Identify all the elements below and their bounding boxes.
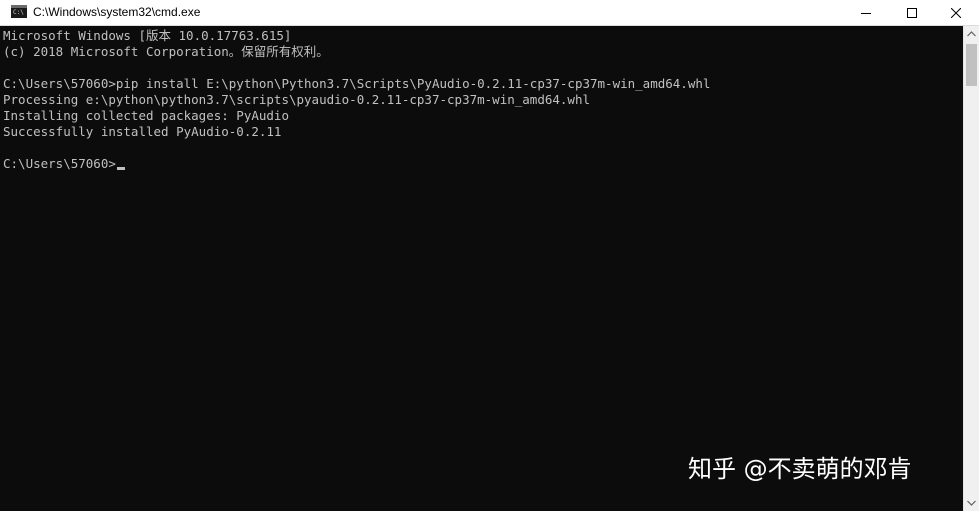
- cmd-icon: C:\: [11, 5, 27, 18]
- vertical-scrollbar[interactable]: [963, 26, 979, 511]
- scroll-down-arrow-icon: [967, 500, 976, 506]
- close-icon: [951, 7, 961, 18]
- scroll-thumb[interactable]: [966, 44, 977, 86]
- console-line: Successfully installed PyAudio-0.2.11: [3, 124, 282, 139]
- minimize-icon: [861, 12, 871, 14]
- console-line: Microsoft Windows [版本 10.0.17763.615]: [3, 28, 292, 43]
- console-line: (c) 2018 Microsoft Corporation。保留所有权利。: [3, 44, 329, 59]
- scroll-up-arrow-icon: [967, 31, 976, 37]
- scroll-down-button[interactable]: [964, 495, 979, 511]
- console-line: Installing collected packages: PyAudio: [3, 108, 289, 123]
- console-line: Processing e:\python\python3.7\scripts\p…: [3, 92, 590, 107]
- maximize-button[interactable]: [889, 0, 935, 25]
- minimize-button[interactable]: [843, 0, 889, 25]
- window-title: C:\Windows\system32\cmd.exe: [33, 5, 201, 19]
- cmd-icon-text: C:\: [13, 9, 24, 16]
- maximize-icon: [907, 7, 917, 18]
- close-button[interactable]: [933, 0, 979, 25]
- console-output[interactable]: Microsoft Windows [版本 10.0.17763.615] (c…: [0, 26, 963, 511]
- text-cursor: [116, 167, 125, 170]
- console-line: C:\Users\57060>pip install E:\python\Pyt…: [3, 76, 711, 91]
- command-prompt[interactable]: C:\Users\57060>: [3, 156, 125, 172]
- cmd-window: C:\ C:\Windows\system32\cmd.exe Microsof…: [0, 0, 979, 511]
- scroll-up-button[interactable]: [964, 26, 979, 42]
- watermark: 知乎 @不卖萌的邓肯: [688, 455, 912, 483]
- title-bar[interactable]: C:\ C:\Windows\system32\cmd.exe: [0, 0, 979, 26]
- prompt-text: C:\Users\57060>: [3, 156, 116, 171]
